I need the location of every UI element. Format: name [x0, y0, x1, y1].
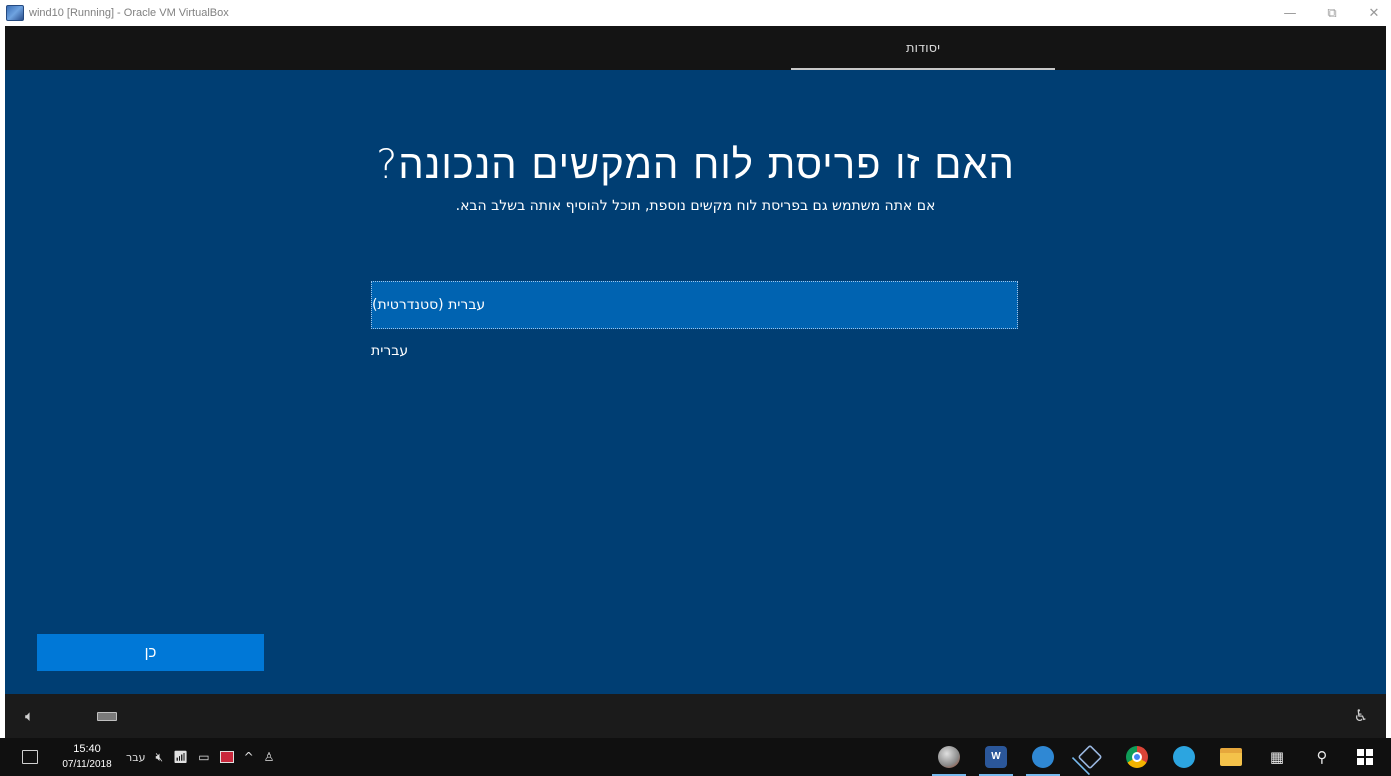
start-logo-pane	[1357, 749, 1364, 756]
app-icon[interactable]	[932, 746, 966, 776]
file-explorer-icon[interactable]	[1220, 748, 1242, 766]
alert-icon[interactable]	[219, 751, 234, 763]
start-logo-pane	[1366, 758, 1373, 765]
host-taskbar: 15:40 07/11/2018 עבר 🔇︎ 📶︎ ▭ ^ ♙ W ▦ ⚲	[0, 738, 1391, 776]
search-icon[interactable]: ⚲	[1312, 748, 1332, 766]
clock-date: 07/11/2018	[62, 759, 112, 770]
mute-icon[interactable]: 🔇︎	[155, 750, 163, 765]
close-button[interactable]: ✕	[1367, 6, 1381, 21]
tab-basics: יסודות	[905, 40, 941, 56]
wifi-icon[interactable]: 📶︎	[173, 750, 188, 764]
system-tray-icons: עבר 🔇︎ 📶︎ ▭ ^ ♙	[126, 750, 274, 765]
keyboard-layout-list: עברית (סטנדרטית) עברית	[371, 281, 1018, 373]
battery-icon[interactable]: ▭	[198, 750, 209, 764]
restore-button[interactable]: ⧉	[1325, 6, 1339, 21]
yes-button[interactable]: כן	[37, 634, 264, 671]
telegram-icon[interactable]	[1173, 746, 1195, 768]
taskbar-apps: W ▦ ⚲	[932, 738, 1373, 776]
windows-start-icon[interactable]	[1357, 749, 1373, 765]
telegram-desktop-icon[interactable]	[1026, 746, 1060, 776]
word-icon[interactable]: W	[979, 746, 1013, 776]
screen: wind10 [Running] - Oracle VM VirtualBox …	[0, 0, 1391, 776]
speaker-icon[interactable]: 🔈︎	[25, 707, 34, 725]
page-subtitle: אם אתה משתמש גם בפריסת לוח מקשים נוספת, …	[455, 198, 936, 214]
oobe-top-bar: יסודות	[5, 26, 1386, 70]
window-title-bar[interactable]: wind10 [Running] - Oracle VM VirtualBox …	[0, 0, 1391, 26]
virtualbox-logo-icon	[6, 5, 24, 21]
layout-option-hebrew[interactable]: עברית	[371, 329, 1018, 373]
window-title: wind10 [Running] - Oracle VM VirtualBox	[29, 7, 229, 19]
chevron-up-icon[interactable]: ^	[244, 750, 254, 764]
task-view-icon[interactable]: ▦	[1267, 748, 1287, 766]
chrome-icon[interactable]	[1126, 746, 1148, 768]
start-logo-pane	[1366, 749, 1373, 756]
vm-display: יסודות האם זו פריסת לוח המקשים הנכונה? א…	[5, 26, 1386, 738]
virtualbox-icon[interactable]	[1077, 744, 1103, 770]
clock[interactable]: 15:40 07/11/2018	[54, 742, 120, 772]
ease-of-access-icon[interactable]: ♿︎	[1354, 706, 1368, 725]
keyboard-icon[interactable]	[97, 712, 117, 721]
people-icon[interactable]: ♙	[264, 750, 275, 764]
window-controls: — ⧉ ✕	[1283, 0, 1381, 26]
clock-time: 15:40	[73, 743, 101, 755]
layout-option-label: עברית	[371, 343, 409, 359]
taskbar-tray: 15:40 07/11/2018 עבר 🔇︎ 📶︎ ▭ ^ ♙	[0, 738, 274, 776]
layout-option-hebrew-standard[interactable]: עברית (סטנדרטית)	[371, 281, 1018, 329]
page-title: האם זו פריסת לוח המקשים הנכונה?	[376, 142, 1015, 188]
minimize-button[interactable]: —	[1283, 6, 1297, 21]
oobe-bottom-bar: 🔈︎ ♿︎	[5, 694, 1386, 738]
layout-option-label: עברית (סטנדרטית)	[372, 297, 486, 313]
action-center-icon[interactable]	[22, 750, 38, 764]
tab-active-indicator	[791, 68, 1055, 70]
start-logo-pane	[1357, 758, 1364, 765]
input-language-indicator[interactable]: עבר	[126, 751, 145, 764]
